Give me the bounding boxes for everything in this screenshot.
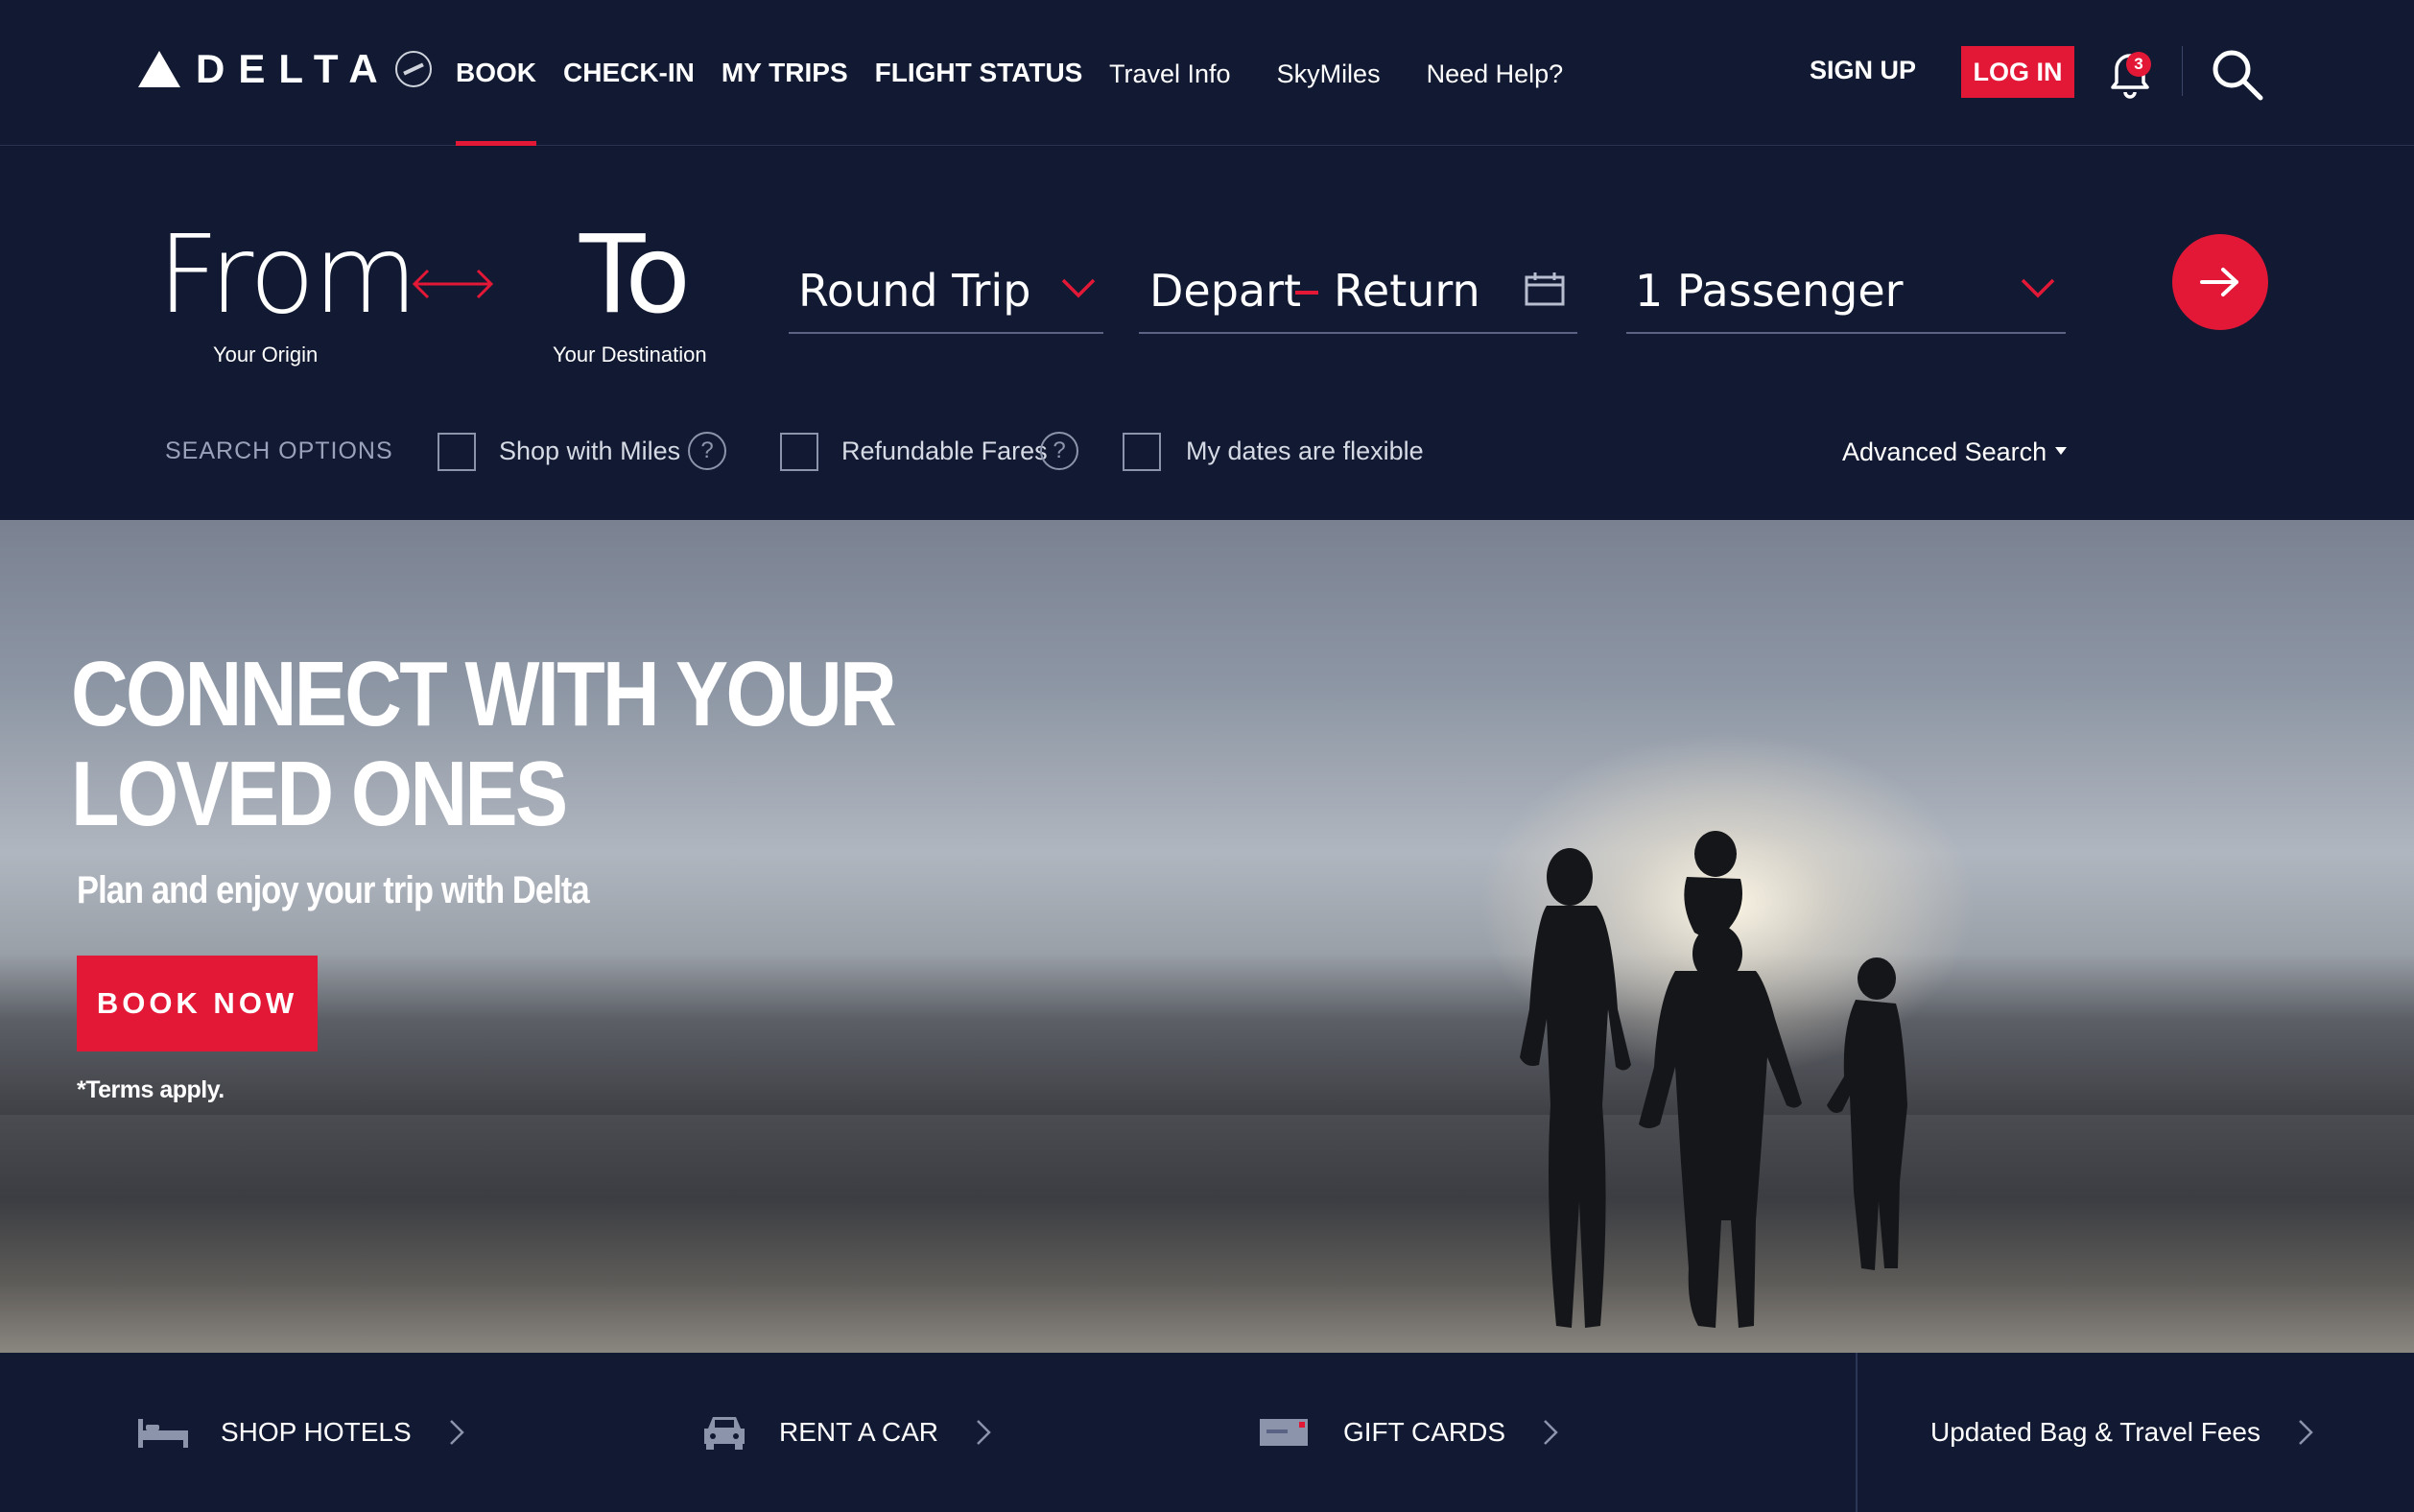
origin-caption: Your Origin (213, 343, 319, 366)
car-icon (704, 1417, 745, 1450)
flexible-dates-checkbox[interactable] (1123, 433, 1161, 471)
rent-a-car-link[interactable]: RENT A CAR (700, 1353, 992, 1512)
brand-wordmark: DELTA (196, 46, 391, 91)
nav-check-in[interactable]: CHECK-IN (563, 58, 695, 146)
notification-count-badge: 3 (2126, 52, 2151, 77)
hero-subheadline: Plan and enjoy your trip with Delta (77, 869, 590, 911)
sign-up-link[interactable]: SIGN UP (1810, 56, 1916, 85)
nav-book[interactable]: BOOK (456, 58, 536, 146)
search-icon[interactable] (2211, 48, 2264, 102)
refundable-fares-checkbox[interactable] (780, 433, 818, 471)
terms-apply-note[interactable]: *Terms apply. (77, 1076, 225, 1104)
shop-hotels-link[interactable]: SHOP HOTELS (136, 1353, 465, 1512)
bag-travel-fees-label: Updated Bag & Travel Fees (1930, 1417, 2260, 1447)
advanced-search-link[interactable]: Advanced Search (1842, 437, 2047, 467)
rent-a-car-label: RENT A CAR (779, 1417, 938, 1447)
chevron-right-icon (449, 1420, 464, 1445)
refundable-fares-label[interactable]: Refundable Fares (841, 437, 1048, 466)
chevron-right-icon (1544, 1420, 1558, 1445)
help-question-icon[interactable]: ? (688, 432, 726, 470)
quick-links-bar: SHOP HOTELS RENT A CAR GIFT CARDS Update… (0, 1353, 2414, 1512)
flexible-dates-label[interactable]: My dates are flexible (1186, 437, 1424, 466)
log-in-button[interactable]: LOG IN (1961, 46, 2074, 98)
search-flights-button[interactable] (2172, 234, 2268, 330)
date-range-dash (1295, 291, 1318, 295)
ocean-beach-background (0, 1115, 2414, 1353)
gift-card-icon (1260, 1419, 1308, 1446)
bottom-bar-divider (1856, 1353, 1858, 1512)
shop-hotels-label: SHOP HOTELS (221, 1417, 412, 1447)
nav-flight-status[interactable]: FLIGHT STATUS (875, 58, 1083, 146)
bag-travel-fees-link[interactable]: Updated Bag & Travel Fees (1930, 1353, 2314, 1512)
depart-date-label[interactable]: Depart (1149, 265, 1301, 317)
hero-headline: CONNECT WITH YOUR LOVED ONES (71, 643, 897, 845)
nav-divider (2182, 46, 2183, 96)
shop-with-miles-label[interactable]: Shop with Miles (499, 437, 680, 466)
destination-field[interactable]: To (580, 213, 691, 338)
swap-airports-icon[interactable] (409, 263, 497, 305)
destination-caption: Your Destination (553, 343, 707, 366)
hero-banner: CONNECT WITH YOUR LOVED ONES Plan and en… (0, 520, 2414, 1353)
arrow-right-icon (2200, 268, 2238, 296)
chevron-right-icon (2299, 1420, 2313, 1445)
return-date-label[interactable]: Return (1334, 265, 1480, 317)
chevron-down-icon (1061, 278, 1096, 298)
gift-cards-label: GIFT CARDS (1343, 1417, 1506, 1447)
nav-travel-info[interactable]: Travel Info (1109, 59, 1231, 89)
caret-down-icon (2055, 447, 2067, 455)
book-now-button[interactable]: BOOK NOW (77, 956, 318, 1051)
shop-with-miles-checkbox[interactable] (438, 433, 476, 471)
gift-cards-link[interactable]: GIFT CARDS (1259, 1353, 1559, 1512)
nav-my-trips[interactable]: MY TRIPS (722, 58, 848, 146)
help-question-icon[interactable]: ? (1040, 432, 1078, 470)
secondary-nav: Travel Info SkyMiles Need Help? (1109, 59, 1609, 89)
delta-widget-icon (138, 51, 180, 87)
skyteam-seal-icon (394, 51, 432, 87)
primary-nav: BOOK CHECK-IN MY TRIPS FLIGHT STATUS (456, 58, 1109, 146)
delta-logo[interactable]: DELTA (138, 46, 432, 92)
chevron-right-icon (977, 1420, 991, 1445)
nav-skymiles[interactable]: SkyMiles (1277, 59, 1381, 89)
bed-icon (138, 1419, 188, 1448)
chevron-down-icon (2021, 278, 2055, 298)
calendar-icon[interactable] (1524, 271, 1566, 307)
hero-headline-line-2: LOVED ONES (71, 743, 568, 845)
top-navigation: DELTA BOOK CHECK-IN MY TRIPS FLIGHT STAT… (0, 0, 2414, 146)
origin-field[interactable]: From (157, 213, 417, 338)
trip-type-value: Round Trip (798, 265, 1031, 317)
nav-need-help[interactable]: Need Help? (1427, 59, 1564, 89)
search-options-label: SEARCH OPTIONS (165, 437, 393, 464)
hero-headline-line-1: CONNECT WITH YOUR (71, 643, 897, 745)
family-silhouette-image (1520, 831, 1907, 1328)
passenger-count-value: 1 Passenger (1635, 265, 1904, 317)
